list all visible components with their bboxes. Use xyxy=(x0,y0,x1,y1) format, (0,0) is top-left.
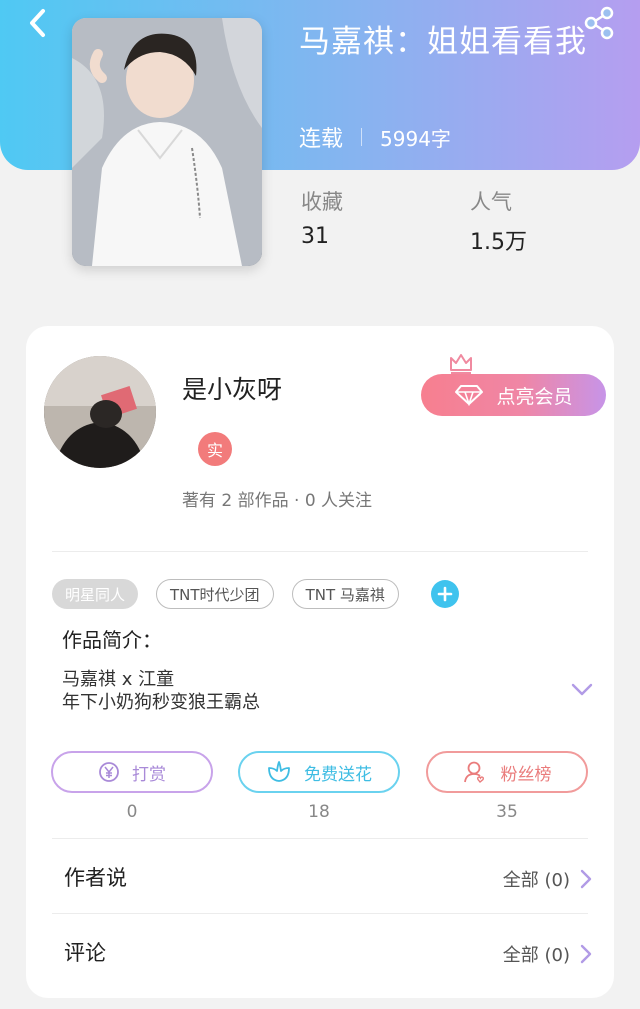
author-says-row[interactable]: 作者说 全部 (0) xyxy=(64,856,592,896)
tag-item[interactable]: TNT 马嘉祺 xyxy=(291,579,399,609)
author-says-link[interactable]: 全部 (0) xyxy=(503,866,592,892)
flower-icon xyxy=(268,761,290,782)
tag-item[interactable]: 明星同人 xyxy=(52,579,139,609)
author-says-title: 作者说 xyxy=(64,866,127,890)
comments-link-label: 全部 (0) xyxy=(502,945,570,966)
divider xyxy=(52,838,588,839)
favorites-value: 31 xyxy=(301,224,329,249)
comments-link[interactable]: 全部 (0) xyxy=(503,941,592,967)
tag-item[interactable]: TNT时代少团 xyxy=(156,579,274,609)
author-avatar[interactable] xyxy=(44,356,156,468)
tip-count: 0 xyxy=(126,802,138,822)
meta-divider xyxy=(361,128,363,146)
fans-count: 35 xyxy=(496,802,518,822)
tag-list: 明星同人 TNT时代少团 TNT 马嘉祺 xyxy=(52,579,459,609)
book-detail-card: 是小灰呀 实 著有 2 部作品 · 0 人关注 点亮会员 明星同人 TNT时代少… xyxy=(26,326,614,998)
chevron-down-icon xyxy=(571,683,593,696)
add-tag-button[interactable] xyxy=(430,580,459,608)
chevron-right-icon xyxy=(580,869,592,889)
back-arrow-icon xyxy=(30,9,45,37)
chevron-right-icon xyxy=(580,944,592,964)
fans-ranking-button[interactable]: 粉丝榜 xyxy=(426,751,588,793)
intro-text-line: 年下小奶狗秒变狼王霸总 xyxy=(62,692,260,713)
favorites-stat: 收藏 31 xyxy=(301,186,343,249)
fans-user-icon xyxy=(463,761,484,783)
divider xyxy=(52,551,588,552)
divider xyxy=(52,913,588,914)
crown-icon xyxy=(450,354,472,374)
flower-count: 18 xyxy=(308,802,330,822)
author-summary: 著有 2 部作品 · 0 人关注 xyxy=(182,491,373,511)
popularity-value: 1.5万 xyxy=(470,230,527,255)
yen-coin-icon xyxy=(99,762,119,782)
book-title: 马嘉祺：姐姐看看我 xyxy=(299,24,587,60)
comments-title: 评论 xyxy=(64,941,106,965)
book-meta: 连载 5994字 xyxy=(299,120,451,154)
tip-label: 打赏 xyxy=(132,764,166,785)
comments-row[interactable]: 评论 全部 (0) xyxy=(64,931,592,971)
diamond-icon xyxy=(455,385,484,406)
favorites-label: 收藏 xyxy=(301,190,343,214)
verified-badge: 实 xyxy=(198,432,232,466)
tip-button[interactable]: 打赏 xyxy=(51,751,213,793)
serial-status: 连载 xyxy=(299,127,344,152)
plus-icon xyxy=(437,586,453,602)
vip-button-label: 点亮会员 xyxy=(496,385,573,408)
word-count: 5994字 xyxy=(380,126,451,151)
popularity-label: 人气 xyxy=(470,190,512,214)
flower-label: 免费送花 xyxy=(304,764,372,785)
intro-title: 作品简介： xyxy=(62,628,162,652)
fans-label: 粉丝榜 xyxy=(500,764,552,785)
vip-membership-button[interactable]: 点亮会员 xyxy=(421,374,606,416)
back-button[interactable] xyxy=(22,6,52,40)
send-flower-button[interactable]: 免费送花 xyxy=(238,751,400,793)
book-cover-image[interactable] xyxy=(72,18,262,266)
expand-intro-button[interactable] xyxy=(571,682,593,701)
popularity-stat: 人气 1.5万 xyxy=(470,186,527,256)
author-name[interactable]: 是小灰呀 xyxy=(182,370,282,406)
author-says-link-label: 全部 (0) xyxy=(502,870,570,891)
